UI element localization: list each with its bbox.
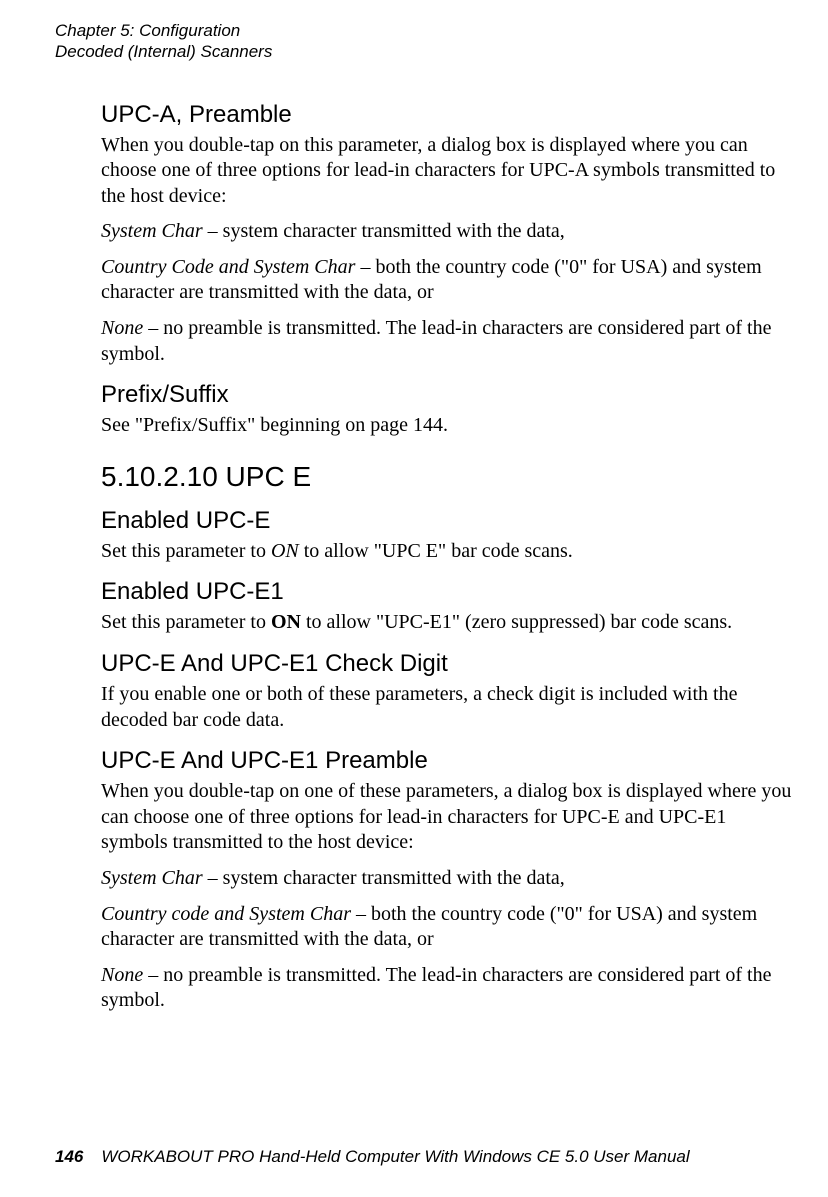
heading-upc-e-check-digit: UPC-E And UPC-E1 Check Digit	[101, 650, 798, 678]
text: Set this parameter to	[101, 611, 271, 633]
text: to allow "UPC-E1" (zero suppressed) bar …	[301, 611, 732, 633]
heading-enabled-upc-e: Enabled UPC-E	[101, 507, 798, 535]
paragraph: Set this parameter to ON to allow "UPC E…	[101, 539, 798, 565]
heading-prefix-suffix: Prefix/Suffix	[101, 381, 798, 409]
paragraph: None – no preamble is transmitted. The l…	[101, 316, 798, 367]
paragraph: If you enable one or both of these param…	[101, 682, 798, 733]
paragraph: None – no preamble is transmitted. The l…	[101, 963, 798, 1014]
term-on: ON	[271, 540, 299, 562]
page-number: 146	[55, 1147, 83, 1166]
heading-upc-e-section: 5.10.2.10 UPC E	[101, 461, 798, 493]
text: Set this parameter to	[101, 540, 271, 562]
paragraph: Country Code and System Char – both the …	[101, 255, 798, 306]
text: – no preamble is transmitted. The lead-i…	[101, 317, 771, 365]
running-header: Chapter 5: Configuration Decoded (Intern…	[55, 20, 798, 63]
page-container: Chapter 5: Configuration Decoded (Intern…	[0, 0, 828, 1197]
heading-upc-a-preamble: UPC-A, Preamble	[101, 101, 798, 129]
footer-text: WORKABOUT PRO Hand-Held Computer With Wi…	[101, 1147, 689, 1166]
page-footer: 146 WORKABOUT PRO Hand-Held Computer With…	[55, 1147, 690, 1167]
header-chapter: Chapter 5: Configuration	[55, 20, 798, 41]
term-country-code: Country Code and System Char	[101, 256, 355, 278]
term-system-char: System Char	[101, 220, 203, 242]
text: – system character transmitted with the …	[203, 867, 565, 889]
text: – no preamble is transmitted. The lead-i…	[101, 964, 771, 1012]
paragraph: Set this parameter to ON to allow "UPC-E…	[101, 610, 798, 636]
paragraph: When you double-tap on this parameter, a…	[101, 133, 798, 210]
term-none: None	[101, 964, 143, 986]
paragraph: System Char – system character transmitt…	[101, 219, 798, 245]
paragraph: When you double-tap on one of these para…	[101, 779, 798, 856]
paragraph: Country code and System Char – both the …	[101, 902, 798, 953]
term-none: None	[101, 317, 143, 339]
heading-enabled-upc-e1: Enabled UPC-E1	[101, 578, 798, 606]
header-section: Decoded (Internal) Scanners	[55, 41, 798, 62]
heading-upc-e-preamble: UPC-E And UPC-E1 Preamble	[101, 747, 798, 775]
main-content: UPC-A, Preamble When you double-tap on t…	[55, 101, 798, 1014]
paragraph: System Char – system character transmitt…	[101, 866, 798, 892]
term-on-bold: ON	[271, 611, 301, 633]
text: – system character transmitted with the …	[203, 220, 565, 242]
paragraph: See "Prefix/Suffix" beginning on page 14…	[101, 413, 798, 439]
text: to allow "UPC E" bar code scans.	[299, 540, 573, 562]
term-system-char: System Char	[101, 867, 203, 889]
term-country-code: Country code and System Char	[101, 903, 351, 925]
